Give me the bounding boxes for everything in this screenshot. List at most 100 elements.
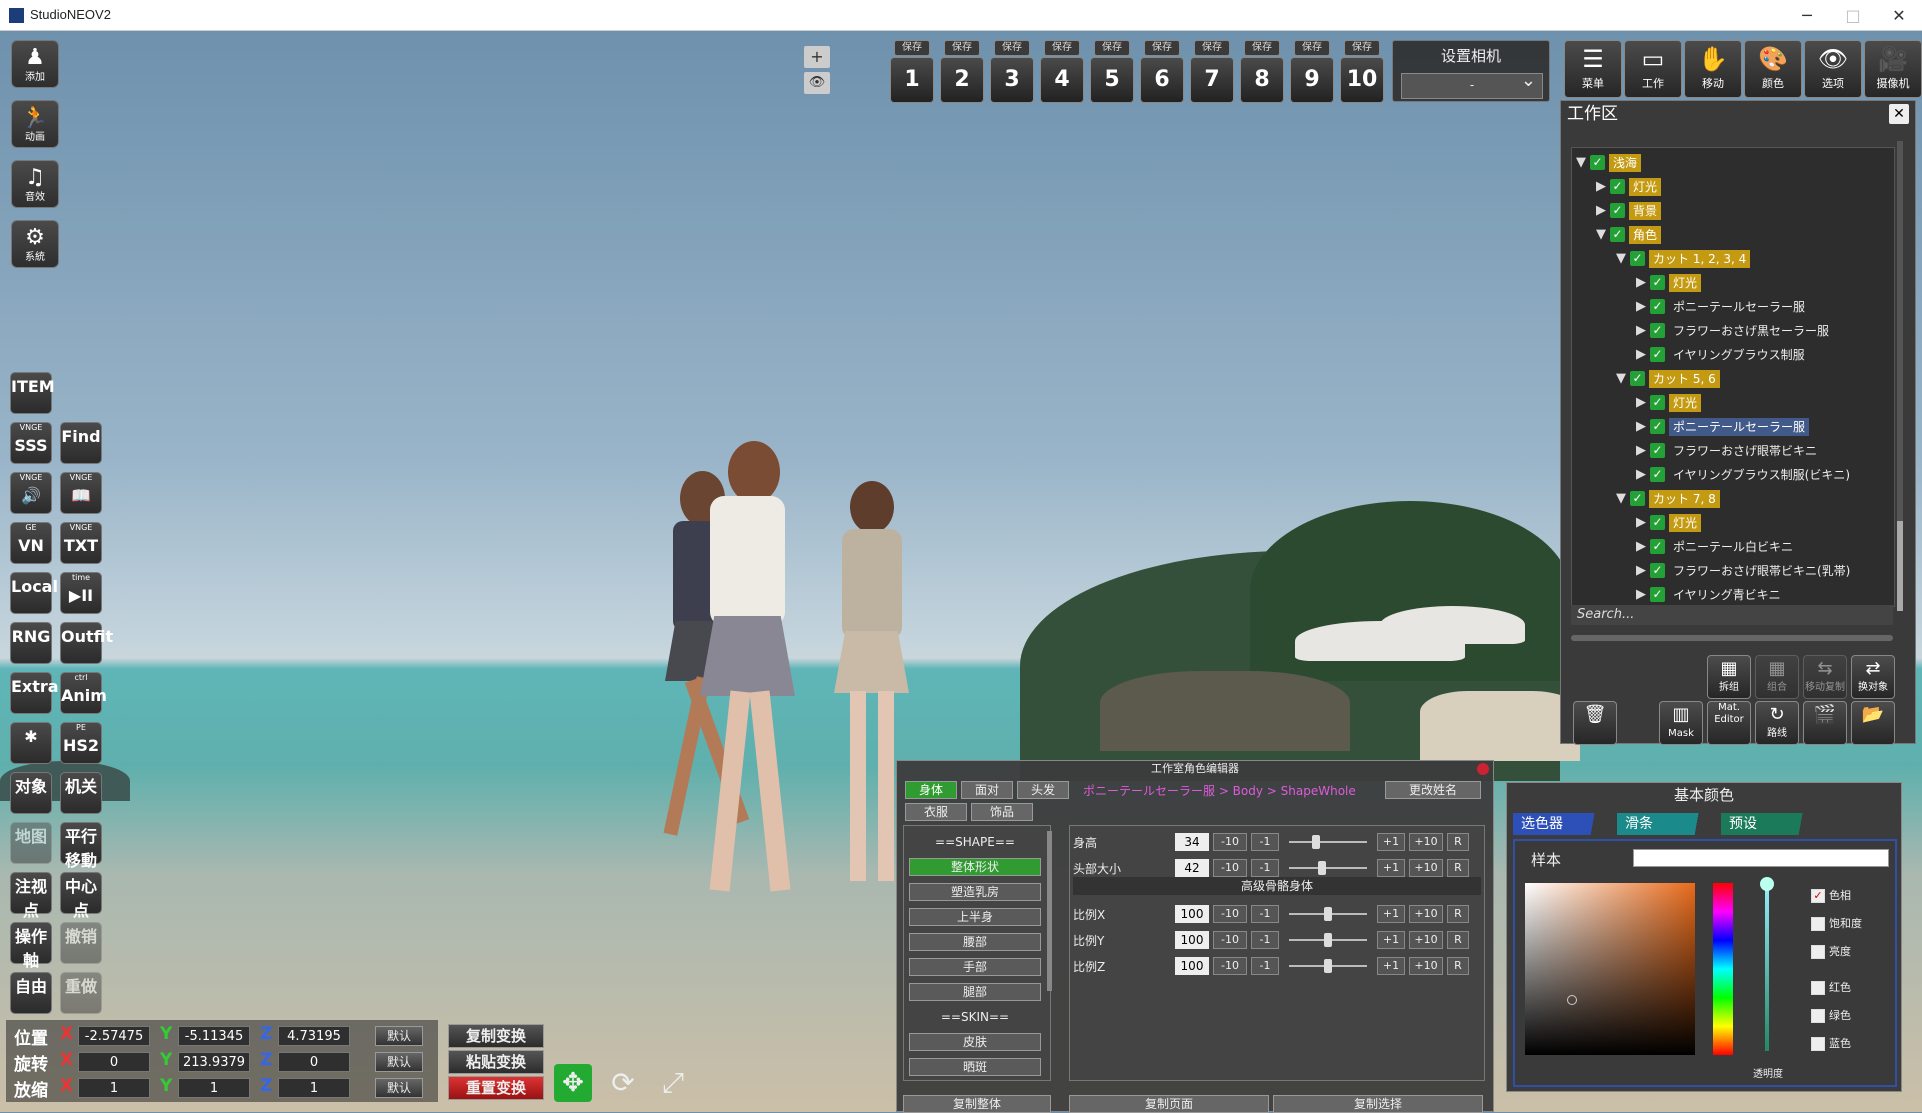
tree-node-label[interactable]: イヤリング青ビキニ bbox=[1669, 586, 1785, 604]
category-scrollbar[interactable] bbox=[1047, 831, 1052, 991]
plus-1-button[interactable]: +1 bbox=[1377, 957, 1405, 975]
expand-right-icon[interactable]: ▶ bbox=[1636, 465, 1650, 485]
clapperboard-icon[interactable]: 5 bbox=[1090, 57, 1134, 103]
tree-node-label[interactable]: 灯光 bbox=[1669, 273, 1702, 292]
tree-node-label[interactable]: フラワーおさげ黒セーラー服 bbox=[1669, 322, 1833, 340]
checkbox-icon[interactable]: ✓ bbox=[1811, 889, 1825, 903]
expand-down-icon[interactable]: ▼ bbox=[1596, 225, 1610, 245]
plugin-anim-button[interactable]: ctrl Anim bbox=[60, 672, 107, 714]
visibility-checkbox[interactable]: ✓ bbox=[1650, 323, 1665, 338]
visibility-checkbox[interactable]: ✓ bbox=[1610, 179, 1625, 194]
plugin-local-button[interactable]: Local bbox=[10, 572, 58, 614]
workspace-btn-1[interactable]: ▦ 组合 bbox=[1755, 655, 1799, 699]
checkbox-icon[interactable] bbox=[1811, 917, 1825, 931]
tree-node-label[interactable]: カット 7, 8 bbox=[1649, 489, 1720, 508]
tree-node[interactable]: ▼ ✓ 角色 bbox=[1596, 224, 1662, 245]
reset-transform-button[interactable]: 重置变换 bbox=[448, 1076, 544, 1100]
tree-node-label[interactable]: フラワーおさげ眼帯ビキニ bbox=[1669, 442, 1821, 460]
camera-dropdown[interactable]: - ⌄ bbox=[1401, 70, 1543, 99]
reset-r-button[interactable]: R bbox=[1447, 905, 1469, 923]
tree-node[interactable]: ▶ ✓ ポニーテールセーラー服 bbox=[1636, 416, 1810, 436]
clapperboard-icon[interactable]: 1 bbox=[890, 57, 934, 103]
save-slot-10[interactable]: 保存 10 bbox=[1340, 40, 1384, 103]
save-slot-caption[interactable]: 保存 bbox=[1094, 40, 1130, 56]
color-mode-check[interactable]: ✓ 色相 bbox=[1811, 887, 1851, 903]
tree-node-label[interactable]: イヤリングブラウス制服(ビキニ) bbox=[1669, 466, 1854, 484]
tree-node[interactable]: ▶ ✓ イヤリングブラウス制服 bbox=[1636, 344, 1809, 364]
category-button[interactable]: 皮肤 bbox=[909, 1033, 1041, 1051]
plugin-item-button[interactable]: 操作軸 bbox=[10, 922, 52, 970]
visibility-checkbox[interactable]: ✓ bbox=[1650, 275, 1665, 290]
clapperboard-icon[interactable]: 7 bbox=[1190, 57, 1234, 103]
top-tool-2-button[interactable]: ✋ 移动 bbox=[1684, 40, 1742, 98]
plugin-item-button[interactable]: 对象 bbox=[10, 772, 52, 814]
plus-10-button[interactable]: +10 bbox=[1409, 957, 1443, 975]
minus-10-button[interactable]: -10 bbox=[1213, 859, 1247, 877]
clapperboard-icon[interactable]: 8 bbox=[1240, 57, 1284, 103]
clapperboard-icon[interactable]: 4 bbox=[1040, 57, 1084, 103]
workspace-search-input[interactable]: Search... bbox=[1571, 605, 1893, 625]
visibility-checkbox[interactable]: ✓ bbox=[1630, 491, 1645, 506]
clapperboard-icon[interactable]: 2 bbox=[940, 57, 984, 103]
transform-x-input[interactable]: -2.57475 bbox=[78, 1026, 150, 1046]
transform-z-input[interactable]: 1 bbox=[278, 1078, 350, 1098]
save-slot-caption[interactable]: 保存 bbox=[994, 40, 1030, 56]
color-tab-0[interactable]: 选色器 bbox=[1513, 813, 1611, 835]
save-slot-9[interactable]: 保存 9 bbox=[1290, 40, 1334, 103]
zoom-plus-button[interactable]: + bbox=[804, 46, 830, 68]
close-window-button[interactable]: ✕ bbox=[1876, 0, 1922, 31]
minus-1-button[interactable]: -1 bbox=[1251, 905, 1279, 923]
plugin-find-button[interactable]: Find bbox=[60, 422, 102, 464]
minus-10-button[interactable]: -10 bbox=[1213, 957, 1247, 975]
char-tab2-1[interactable]: 饰品 bbox=[971, 803, 1033, 821]
top-tool-3-button[interactable]: 🎨 颜色 bbox=[1744, 40, 1802, 98]
plugin-item-button[interactable]: 注视点 bbox=[10, 872, 52, 920]
reset-r-button[interactable]: R bbox=[1447, 833, 1469, 851]
save-slot-caption[interactable]: 保存 bbox=[1244, 40, 1280, 56]
tree-node-label[interactable]: 灯光 bbox=[1629, 177, 1662, 196]
plugin-txt-button[interactable]: VNGE TXT bbox=[60, 522, 102, 564]
plus-10-button[interactable]: +10 bbox=[1409, 859, 1443, 877]
plugin-item-button[interactable]: 平行移動 bbox=[60, 822, 102, 870]
transform-z-input[interactable]: 4.73195 bbox=[278, 1026, 350, 1046]
hue-slider[interactable] bbox=[1713, 883, 1733, 1055]
visibility-checkbox[interactable]: ✓ bbox=[1650, 347, 1665, 362]
tree-node[interactable]: ▶ ✓ 灯光 bbox=[1636, 512, 1702, 532]
tree-node[interactable]: ▼ ✓ カット 5, 6 bbox=[1616, 368, 1720, 388]
expand-right-icon[interactable]: ▶ bbox=[1636, 273, 1650, 293]
system-gear-button[interactable]: ⚙ 系統 bbox=[11, 220, 59, 268]
color-mode-check[interactable]: 亮度 bbox=[1811, 943, 1851, 959]
color-mode-check[interactable]: 饱和度 bbox=[1811, 915, 1862, 931]
tree-node-label[interactable]: 浅海 bbox=[1609, 153, 1642, 172]
tree-scrollbar-track[interactable] bbox=[1897, 141, 1903, 561]
default-button[interactable]: 默认 bbox=[375, 1026, 423, 1046]
scale-gizmo-icon[interactable]: ⤢ bbox=[654, 1064, 692, 1102]
workspace-tree[interactable]: ▼ ✓ 浅海 ▶ ✓ 灯光 ▶ ✓ 背景 ▼ ✓ 角色 ▼ ✓ カット 1, 2, 3, 4 ▶ ✓ 灯光 ▶ ✓ ポニ… bbox=[1571, 147, 1895, 607]
minimize-button[interactable]: ─ bbox=[1784, 0, 1830, 31]
tree-node[interactable]: ▼ ✓ カット 7, 8 bbox=[1616, 488, 1720, 508]
slider-track[interactable] bbox=[1289, 867, 1367, 869]
category-button[interactable]: 腰部 bbox=[909, 933, 1041, 951]
tree-node-label[interactable]: 灯光 bbox=[1669, 393, 1702, 412]
save-slot-3[interactable]: 保存 3 bbox=[990, 40, 1034, 103]
visibility-checkbox[interactable]: ✓ bbox=[1590, 155, 1605, 170]
plugin-item-button[interactable]: 自由 bbox=[10, 972, 52, 1014]
maximize-button[interactable]: □ bbox=[1830, 0, 1876, 31]
expand-right-icon[interactable]: ▶ bbox=[1636, 537, 1650, 557]
category-button[interactable]: 腿部 bbox=[909, 983, 1041, 1001]
plus-1-button[interactable]: +1 bbox=[1377, 905, 1405, 923]
tree-node-label[interactable]: ポニーテール白ビキニ bbox=[1669, 538, 1797, 556]
expand-right-icon[interactable]: ▶ bbox=[1636, 441, 1650, 461]
tree-node-label[interactable]: ポニーテールセーラー服 bbox=[1669, 298, 1809, 316]
expand-right-icon[interactable]: ▶ bbox=[1636, 561, 1650, 581]
save-slot-2[interactable]: 保存 2 bbox=[940, 40, 984, 103]
workspace-btn2-3[interactable]: ↻ 路线 bbox=[1755, 701, 1799, 745]
workspace-btn2-1[interactable]: ▥ Mask bbox=[1659, 701, 1703, 745]
visibility-checkbox[interactable]: ✓ bbox=[1650, 563, 1665, 578]
slider-knob[interactable] bbox=[1324, 959, 1332, 973]
top-tool-5-button[interactable]: 🎥 摄像机 bbox=[1864, 40, 1922, 98]
save-slot-caption[interactable]: 保存 bbox=[1194, 40, 1230, 56]
default-button[interactable]: 默认 bbox=[375, 1078, 423, 1098]
visibility-checkbox[interactable]: ✓ bbox=[1650, 587, 1665, 602]
plugin-hs2-button[interactable]: PE HS2 bbox=[60, 722, 102, 764]
